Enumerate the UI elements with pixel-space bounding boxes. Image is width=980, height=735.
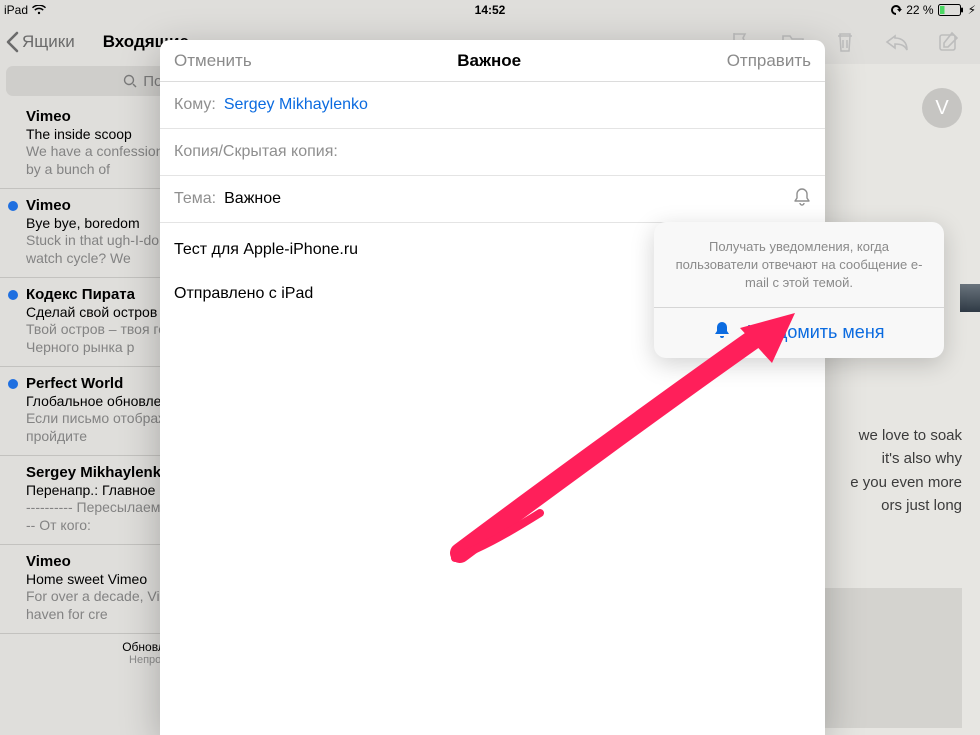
sync-icon (890, 4, 902, 16)
bell-icon[interactable] (793, 187, 811, 212)
back-button[interactable]: Ящики (0, 31, 75, 53)
cc-label: Копия/Скрытая копия: (174, 143, 338, 161)
popover-description: Получать уведомления, когда пользователи… (654, 222, 944, 307)
subject-field[interactable]: Тема: Важное (160, 176, 825, 223)
device-label: iPad (4, 3, 28, 17)
to-recipient[interactable]: Sergey Mikhaylenko (224, 96, 368, 114)
app-screen: iPad 14:52 22 % ⚡︎ Ящики Входящие (0, 0, 980, 735)
battery-percentage: 22 % (906, 3, 933, 17)
charging-icon: ⚡︎ (968, 3, 976, 17)
to-field[interactable]: Кому: Sergey Mikhaylenko (160, 82, 825, 129)
cancel-button[interactable]: Отменить (174, 51, 252, 71)
battery-icon (938, 4, 964, 16)
reply-icon[interactable] (884, 29, 910, 55)
search-icon (123, 74, 137, 88)
notify-me-button[interactable]: Уведомить меня (654, 308, 944, 358)
compose-header: Отменить Важное Отправить (160, 40, 825, 82)
compose-sheet: Отменить Важное Отправить Кому: Sergey M… (160, 40, 825, 735)
cc-bcc-field[interactable]: Копия/Скрытая копия: (160, 129, 825, 176)
status-time: 14:52 (475, 3, 506, 17)
wifi-icon (32, 5, 46, 15)
compose-icon[interactable] (936, 29, 962, 55)
peek-image (960, 284, 980, 312)
send-button[interactable]: Отправить (727, 51, 811, 71)
to-label: Кому: (174, 96, 216, 114)
notify-popover: Получать уведомления, когда пользователи… (654, 222, 944, 358)
trash-icon[interactable] (832, 29, 858, 55)
status-bar: iPad 14:52 22 % ⚡︎ (0, 0, 980, 20)
notify-me-label: Уведомить меня (747, 322, 884, 343)
back-label: Ящики (22, 32, 75, 52)
bell-filled-icon (713, 320, 731, 345)
compose-title: Важное (457, 51, 521, 71)
avatar: V (922, 88, 962, 128)
subject-value: Важное (224, 190, 281, 208)
subject-label: Тема: (174, 190, 216, 208)
